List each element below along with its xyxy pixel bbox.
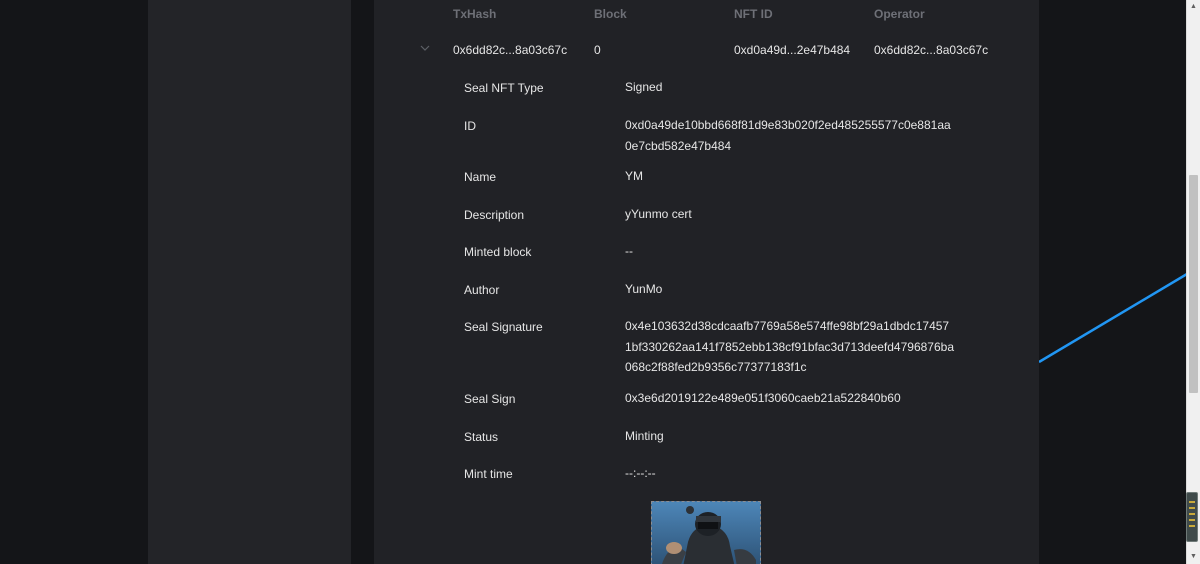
nft-image-artwork [652,502,760,564]
id-value: 0xd0a49de10bbd668f81d9e83b020f2ed4852555… [625,118,951,153]
vertical-scrollbar[interactable]: ▲ ▼ [1186,0,1200,564]
seal-signature-value: 0x4e103632d38cdcaafb7769a58e574ffe98bf29… [625,319,954,374]
name-label: Name [464,170,497,184]
description-value: yYunmo cert [625,207,692,221]
id-label: ID [464,119,476,133]
seal-sign-label: Seal Sign [464,392,516,406]
description-label: Description [464,208,525,222]
table-row[interactable]: 0x6dd82c...8a03c67c 0 0xd0a49d...2e47b48… [374,43,1039,57]
transaction-panel: TxHash Block NFT ID Operator 0x6dd82c...… [374,0,1039,564]
seal-nft-type-label: Seal NFT Type [464,81,544,95]
nft-image[interactable] [651,501,761,564]
minted-block-label: Minted block [464,245,532,259]
seal-sign-value: 0x3e6d2019122e489e051f3060caeb21a522840b… [625,391,901,405]
author-label: Author [464,283,500,297]
block-column-header: Block [594,7,627,21]
mint-time-label: Mint time [464,467,513,481]
scroll-up-arrow-icon[interactable]: ▲ [1190,3,1197,11]
block-cell: 0 [594,43,601,57]
mint-time-value: --:--:-- [625,466,656,480]
seal-signature-label: Seal Signature [464,320,543,334]
nft-id-cell[interactable]: 0xd0a49d...2e47b484 [734,43,850,57]
left-panel [148,0,351,564]
scrollbar-thumb[interactable] [1189,175,1198,393]
table-header: TxHash Block NFT ID Operator [374,7,1039,21]
page: TxHash Block NFT ID Operator 0x6dd82c...… [0,0,1200,564]
txhash-cell[interactable]: 0x6dd82c...8a03c67c [453,43,567,57]
txhash-column-header: TxHash [453,7,497,21]
status-label: Status [464,430,499,444]
minted-block-value: -- [625,244,633,258]
nft-id-column-header: NFT ID [734,7,773,21]
operator-cell[interactable]: 0x6dd82c...8a03c67c [874,43,988,57]
operator-column-header: Operator [874,7,925,21]
scroll-down-arrow-icon[interactable]: ▼ [1190,553,1197,561]
chart-line-fragment [1039,272,1187,364]
status-value: Minting [625,429,664,443]
seal-nft-type-value: Signed [625,80,663,94]
name-value: YM [625,169,643,183]
performance-meter-icon [1186,492,1198,542]
author-value: YunMo [625,282,663,296]
